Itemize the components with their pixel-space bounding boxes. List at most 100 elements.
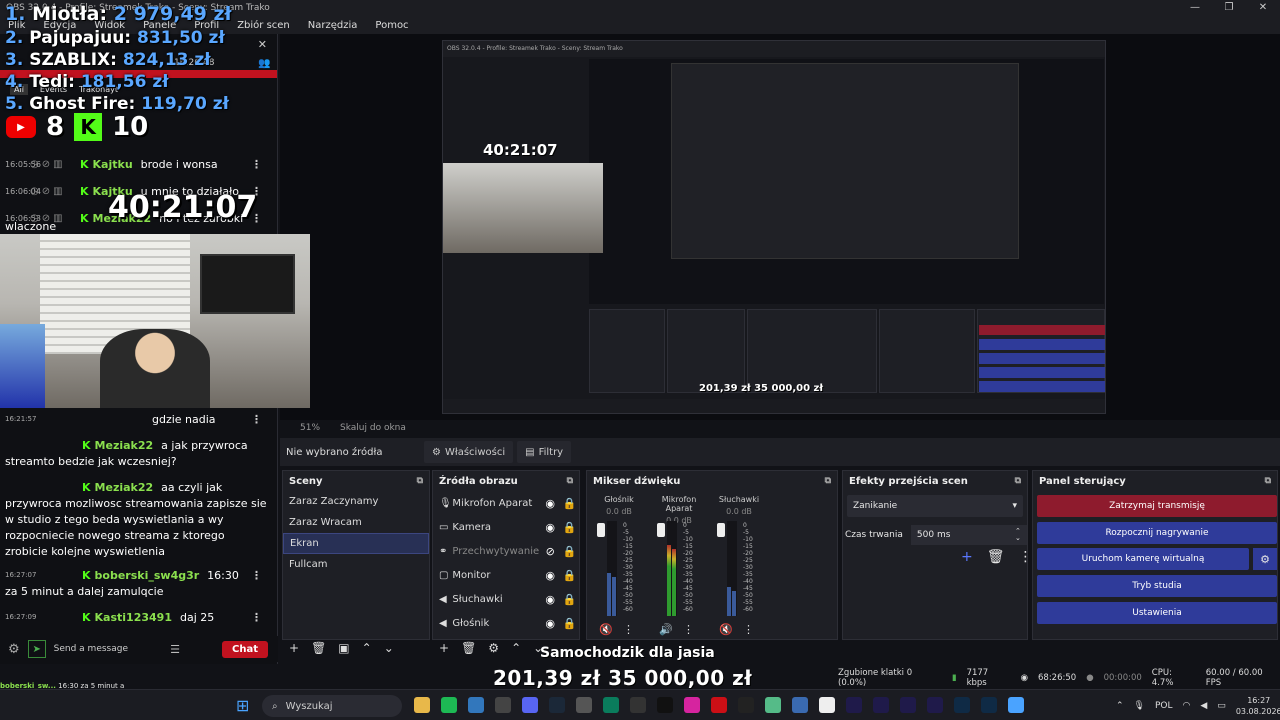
stepper-icon[interactable]: ⌃ ⌄ xyxy=(1015,528,1021,542)
send-icon[interactable]: ➤ xyxy=(27,640,46,658)
chevron-up-icon[interactable]: ⌃ xyxy=(1116,701,1124,711)
properties-button[interactable]: ⚙ Właściwości xyxy=(424,441,514,463)
lock-icon[interactable]: 🔒 xyxy=(560,569,579,582)
menu-pomoc[interactable]: Pomoc xyxy=(375,20,408,31)
visibility-eye-icon[interactable]: ◉ xyxy=(541,617,560,630)
edge-icon[interactable] xyxy=(468,697,484,713)
epic-icon[interactable] xyxy=(495,697,511,713)
chat-send-button[interactable]: Chat xyxy=(221,640,268,658)
chat-username[interactable]: Meziak22 xyxy=(95,439,154,452)
duration-input[interactable]: 500 ms ⌃ ⌄ xyxy=(910,525,1027,545)
visibility-eye-icon[interactable]: ◉ xyxy=(541,593,560,606)
chat-username[interactable]: boberski_sw4g3r xyxy=(95,569,200,582)
popout-icon[interactable]: ⧉ xyxy=(1265,476,1271,486)
obs-icon[interactable] xyxy=(630,697,646,713)
virtual-camera-settings-icon[interactable]: ⚙ xyxy=(1253,548,1277,570)
more-icon[interactable]: ⋮ xyxy=(251,569,262,582)
visibility-eye-icon[interactable]: ◉ xyxy=(541,497,560,510)
gear-icon[interactable]: ⚙ xyxy=(488,641,499,655)
premiere-icon[interactable] xyxy=(900,697,916,713)
zoom-value[interactable]: 51% xyxy=(300,423,320,433)
gear-icon[interactable]: ⚙ xyxy=(8,642,20,657)
muted-speaker-icon[interactable]: 🔇 xyxy=(719,623,733,636)
lock-icon[interactable]: 🔒 xyxy=(560,617,579,630)
settings-button[interactable]: Ustawienia xyxy=(1037,602,1277,624)
tiktok-icon[interactable] xyxy=(657,697,673,713)
windows-start-icon[interactable]: ⊞ xyxy=(236,696,249,715)
aftereffects-icon[interactable] xyxy=(846,697,862,713)
visibility-eye-icon[interactable]: ◉ xyxy=(541,569,560,582)
notion-icon[interactable] xyxy=(819,697,835,713)
spotify-icon[interactable] xyxy=(441,697,457,713)
visibility-eye-icon[interactable]: ◉ xyxy=(541,521,560,534)
language-indicator[interactable]: POL xyxy=(1155,701,1173,711)
source-item[interactable]: ▢ Monitor ◉ 🔒 xyxy=(433,563,579,587)
menu-icon[interactable]: ☰ xyxy=(170,643,180,656)
photoshop-icon[interactable] xyxy=(954,697,970,713)
stop-stream-button[interactable]: Zatrzymaj transmisję xyxy=(1037,495,1277,517)
volume-slider-handle[interactable] xyxy=(657,523,665,537)
trash-icon[interactable]: 🗑 xyxy=(987,549,1005,565)
start-recording-button[interactable]: Rozpocznij nagrywanie xyxy=(1037,522,1277,544)
menu-narzedzia[interactable]: Narzędzia xyxy=(308,20,358,31)
discord-icon[interactable] xyxy=(522,697,538,713)
popout-icon[interactable]: ⧉ xyxy=(567,476,573,486)
more-icon[interactable]: ⋮ xyxy=(251,413,262,426)
more-icon[interactable]: ⋮ xyxy=(743,623,754,636)
minimize-button[interactable]: — xyxy=(1178,0,1212,16)
add-icon[interactable]: + xyxy=(439,641,449,655)
users-icon[interactable]: 👥 xyxy=(258,58,270,69)
volume-slider-handle[interactable] xyxy=(717,523,725,537)
more-icon[interactable]: ⋮ xyxy=(251,611,262,624)
mod-actions-icon[interactable]: ◷⊘▥ xyxy=(30,159,80,170)
scene-item[interactable]: Fullcam xyxy=(283,554,429,575)
clock[interactable]: 16:27 03.08.2026 xyxy=(1236,695,1280,717)
lightroom-icon[interactable] xyxy=(981,697,997,713)
source-item[interactable]: ▭ Kamera ◉ 🔒 xyxy=(433,515,579,539)
source-item[interactable]: 🎙 Mikrofon Aparat ◉ 🔒 xyxy=(433,491,579,515)
instagram-icon[interactable] xyxy=(684,697,700,713)
audition-icon[interactable] xyxy=(927,697,943,713)
chat-username[interactable]: Kasti123491 xyxy=(95,611,172,624)
opera-icon[interactable] xyxy=(711,697,727,713)
zoom-scale-label[interactable]: Skaluj do okna xyxy=(340,423,406,433)
trash-icon[interactable]: 🗑 xyxy=(461,641,476,655)
vpn-icon[interactable] xyxy=(765,697,781,713)
more-icon[interactable]: ⋮ xyxy=(251,158,262,171)
virtual-camera-button[interactable]: Uruchom kamerę wirtualną xyxy=(1037,548,1249,570)
studio-mode-button[interactable]: Tryb studia xyxy=(1037,575,1277,597)
up-icon[interactable]: ⌃ xyxy=(362,641,372,655)
lock-icon[interactable]: 🔒 xyxy=(560,545,579,558)
volume-icon[interactable]: ◀ xyxy=(1200,701,1207,711)
close-icon[interactable]: ✕ xyxy=(258,38,267,51)
lock-icon[interactable]: 🔒 xyxy=(560,497,579,510)
volume-slider-handle[interactable] xyxy=(597,523,605,537)
media-encoder-icon[interactable] xyxy=(873,697,889,713)
visibility-eye-icon[interactable]: ⊘ xyxy=(541,545,560,558)
down-icon[interactable]: ⌄ xyxy=(384,641,394,655)
transition-select[interactable]: Zanikanie ▾ xyxy=(847,495,1023,517)
speaker-icon[interactable]: 🔊 xyxy=(659,623,673,636)
steam-icon[interactable] xyxy=(549,697,565,713)
obs-active-icon[interactable] xyxy=(1008,697,1024,713)
source-item[interactable]: ⚭ Przechwytywanie gry⊘🔒 xyxy=(433,539,579,563)
popout-icon[interactable]: ⧉ xyxy=(417,476,423,486)
menu-zbior-scen[interactable]: Zbiór scen xyxy=(237,20,290,31)
wifi-icon[interactable]: ◠ xyxy=(1183,701,1191,711)
lock-icon[interactable]: 🔒 xyxy=(560,521,579,534)
hud-icon[interactable] xyxy=(738,697,754,713)
scene-item[interactable]: Zaraz Zaczynamy xyxy=(283,491,429,512)
maximize-button[interactable]: ❐ xyxy=(1212,0,1246,16)
scene-item-selected[interactable]: Ekran xyxy=(283,533,429,554)
add-icon[interactable]: + xyxy=(961,549,973,565)
filters-button[interactable]: ▤ Filtry xyxy=(517,441,572,463)
close-button[interactable]: ✕ xyxy=(1246,0,1280,16)
mic-icon[interactable]: 🎙 xyxy=(1134,701,1145,711)
explorer-icon[interactable] xyxy=(792,697,808,713)
more-icon[interactable]: ⋮ xyxy=(1019,549,1033,565)
muted-speaker-icon[interactable]: 🔇 xyxy=(599,623,613,636)
lock-icon[interactable]: 🔒 xyxy=(560,593,579,606)
up-icon[interactable]: ⌃ xyxy=(511,641,521,655)
source-item[interactable]: ◀ Głośnik ◉ 🔒 xyxy=(433,611,579,635)
gaming-icon[interactable] xyxy=(603,697,619,713)
